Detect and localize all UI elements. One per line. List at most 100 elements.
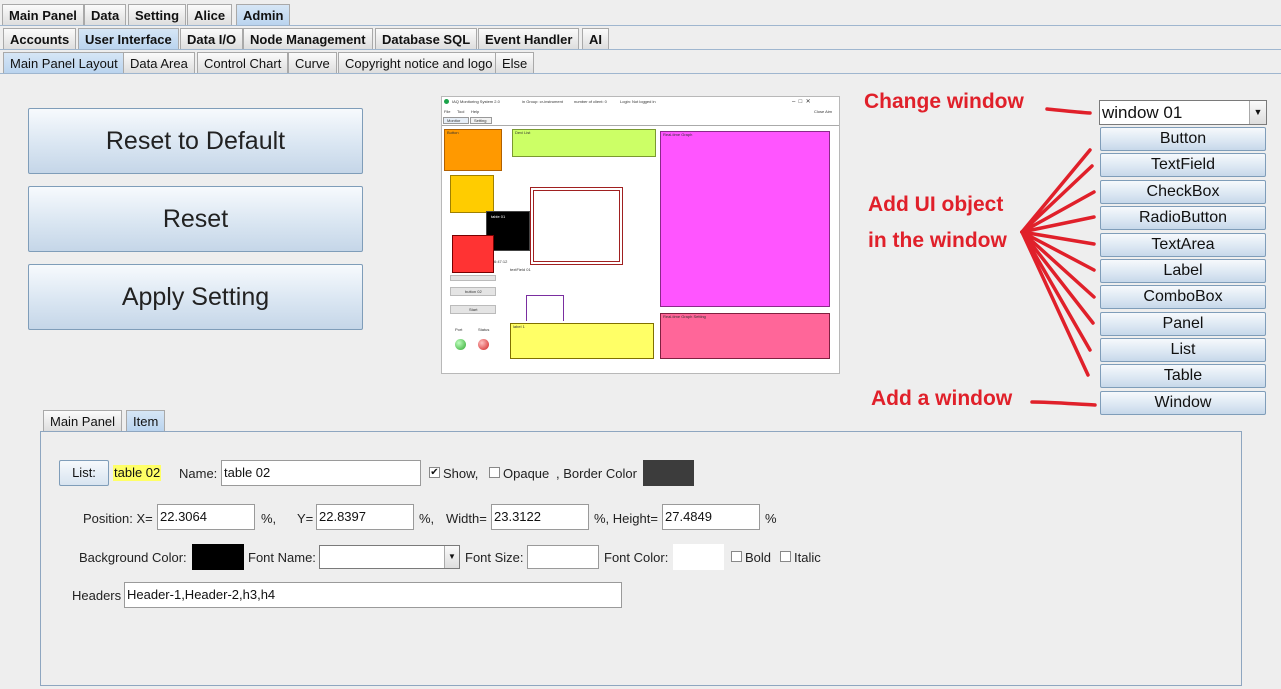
tab-node-management[interactable]: Node Management [243, 28, 373, 50]
font-size-label: Font Size: [465, 550, 524, 565]
preview-tab-setting: Setting [470, 117, 492, 124]
position-x-label: Position: X= [83, 511, 153, 526]
preview-login: Login: Not logged in [620, 99, 656, 104]
add-textarea-button[interactable]: TextArea [1100, 233, 1266, 257]
preview-start-button: Start [450, 305, 496, 314]
tab-curve[interactable]: Curve [288, 52, 337, 74]
tab-data-area[interactable]: Data Area [123, 52, 195, 74]
add-combobox-button[interactable]: ComboBox [1100, 285, 1266, 309]
headers-label: Headers [72, 588, 122, 603]
preview-clients: number of client: 0 [574, 99, 607, 104]
add-label-button[interactable]: Label [1100, 259, 1266, 283]
opaque-label: Opaque [503, 466, 550, 481]
font-size-field[interactable] [527, 545, 599, 569]
background-color-swatch[interactable] [192, 544, 244, 570]
reset-to-default-button[interactable]: Reset to Default [28, 108, 363, 174]
tab-control-chart[interactable]: Control Chart [197, 52, 289, 74]
add-ui-annotation-line1: Add UI object [868, 193, 1004, 216]
tab-copyright[interactable]: Copyright notice and logo [338, 52, 500, 74]
bold-checkbox[interactable] [731, 551, 742, 562]
tab-main-panel[interactable]: Main Panel [2, 4, 84, 26]
width-label: Width= [446, 511, 487, 526]
dropdown-arrow-icon[interactable]: ▼ [1249, 101, 1266, 124]
preview-time: 6:47:12 [494, 259, 508, 264]
add-checkbox-button[interactable]: CheckBox [1100, 180, 1266, 204]
font-color-label: Font Color: [604, 550, 669, 565]
width-field[interactable]: 23.3122 [491, 504, 589, 530]
add-table-button[interactable]: Table [1100, 364, 1266, 388]
show-label: Show, [443, 466, 479, 481]
tab-main-panel-layout[interactable]: Main Panel Layout [3, 52, 125, 74]
tab-event-handler[interactable]: Event Handler [478, 28, 580, 50]
y-field[interactable]: 22.8397 [316, 504, 414, 530]
tab-alice[interactable]: Alice [187, 4, 233, 26]
tab-accounts[interactable]: Accounts [3, 28, 77, 50]
tab-divider [0, 25, 1281, 26]
preview-title: IAQ Monitoring System 2.0 [452, 99, 500, 104]
preview-tab-monitor: Monitor [443, 117, 469, 124]
italic-label: Italic [794, 550, 821, 565]
tab-divider [0, 49, 1281, 50]
tab-inner-item[interactable]: Item [126, 410, 166, 432]
opaque-checkbox[interactable] [489, 467, 500, 478]
preview-red-panel [452, 235, 494, 273]
font-name-select[interactable]: ▼ [319, 545, 460, 569]
reset-button[interactable]: Reset [28, 186, 363, 252]
status-indicator-icon [478, 339, 489, 350]
dropdown-arrow-icon[interactable]: ▼ [444, 546, 459, 568]
app-icon [444, 99, 449, 104]
tab-setting[interactable]: Setting [128, 4, 187, 26]
tab-database-sql[interactable]: Database SQL [375, 28, 478, 50]
tab-ai[interactable]: AI [582, 28, 609, 50]
tab-else[interactable]: Else [495, 52, 535, 74]
height-label: %, Height= [594, 511, 658, 526]
height-percent-label: % [765, 511, 777, 526]
preview-yellow-panel [450, 175, 494, 213]
name-field[interactable]: table 02 [221, 460, 421, 486]
tab-inner-main-panel[interactable]: Main Panel [43, 410, 123, 432]
window-select[interactable]: window 01 ▼ [1099, 100, 1267, 125]
add-ui-annotation-line2: in the window [868, 229, 1007, 252]
preview-port-label: Port [455, 327, 463, 332]
x-field[interactable]: 22.3064 [157, 504, 255, 530]
preview-window-controls: – □ ✕ [792, 99, 811, 105]
preview-realtime-graph: Real-time Graph [660, 131, 830, 307]
selected-item-label: table 02 [113, 465, 162, 481]
show-checkbox[interactable]: ✔ [429, 467, 440, 478]
y-percent-label: %, [419, 511, 435, 526]
add-textfield-button[interactable]: TextField [1100, 153, 1266, 177]
add-radiobutton-button[interactable]: RadioButton [1100, 206, 1266, 230]
preview-selected-table [530, 187, 623, 265]
name-label: Name: [179, 466, 218, 481]
add-list-button[interactable]: List [1100, 338, 1266, 362]
font-color-swatch[interactable] [673, 544, 724, 570]
preview-menu-tool: Tool [457, 109, 465, 114]
background-color-label: Background Color: [79, 550, 187, 565]
font-name-label: Font Name: [248, 550, 316, 565]
italic-checkbox[interactable] [780, 551, 791, 562]
preview-bar [450, 275, 496, 281]
arrow-change-window [1045, 107, 1092, 115]
preview-button-02: button 02 [450, 287, 496, 296]
border-color-swatch[interactable] [643, 460, 694, 486]
apply-setting-button[interactable]: Apply Setting [28, 264, 363, 330]
preview-close-aim: Close Aim [814, 109, 833, 114]
preview-device-list: Devi List [512, 129, 656, 157]
list-button[interactable]: List: [59, 460, 109, 486]
add-button-button[interactable]: Button [1100, 127, 1266, 151]
tab-data[interactable]: Data [84, 4, 127, 26]
preview-textfield: textField 01 [510, 267, 531, 272]
tab-admin[interactable]: Admin [236, 4, 291, 26]
headers-field[interactable]: Header-1,Header-2,h3,h4 [124, 582, 622, 608]
add-window-button[interactable]: Window [1100, 391, 1266, 415]
bold-label: Bold [745, 550, 772, 565]
arrow-add-window [1030, 400, 1097, 407]
preview-button-panel: Button [444, 129, 502, 171]
add-window-annotation: Add a window [871, 387, 1013, 410]
height-field[interactable]: 27.4849 [662, 504, 760, 530]
tab-data-io[interactable]: Data I/O [180, 28, 244, 50]
port-indicator-icon [455, 339, 466, 350]
preview-realtime-setting: Real-time Graph Setting [660, 313, 830, 359]
add-panel-button[interactable]: Panel [1100, 312, 1266, 336]
tab-user-interface[interactable]: User Interface [78, 28, 179, 50]
